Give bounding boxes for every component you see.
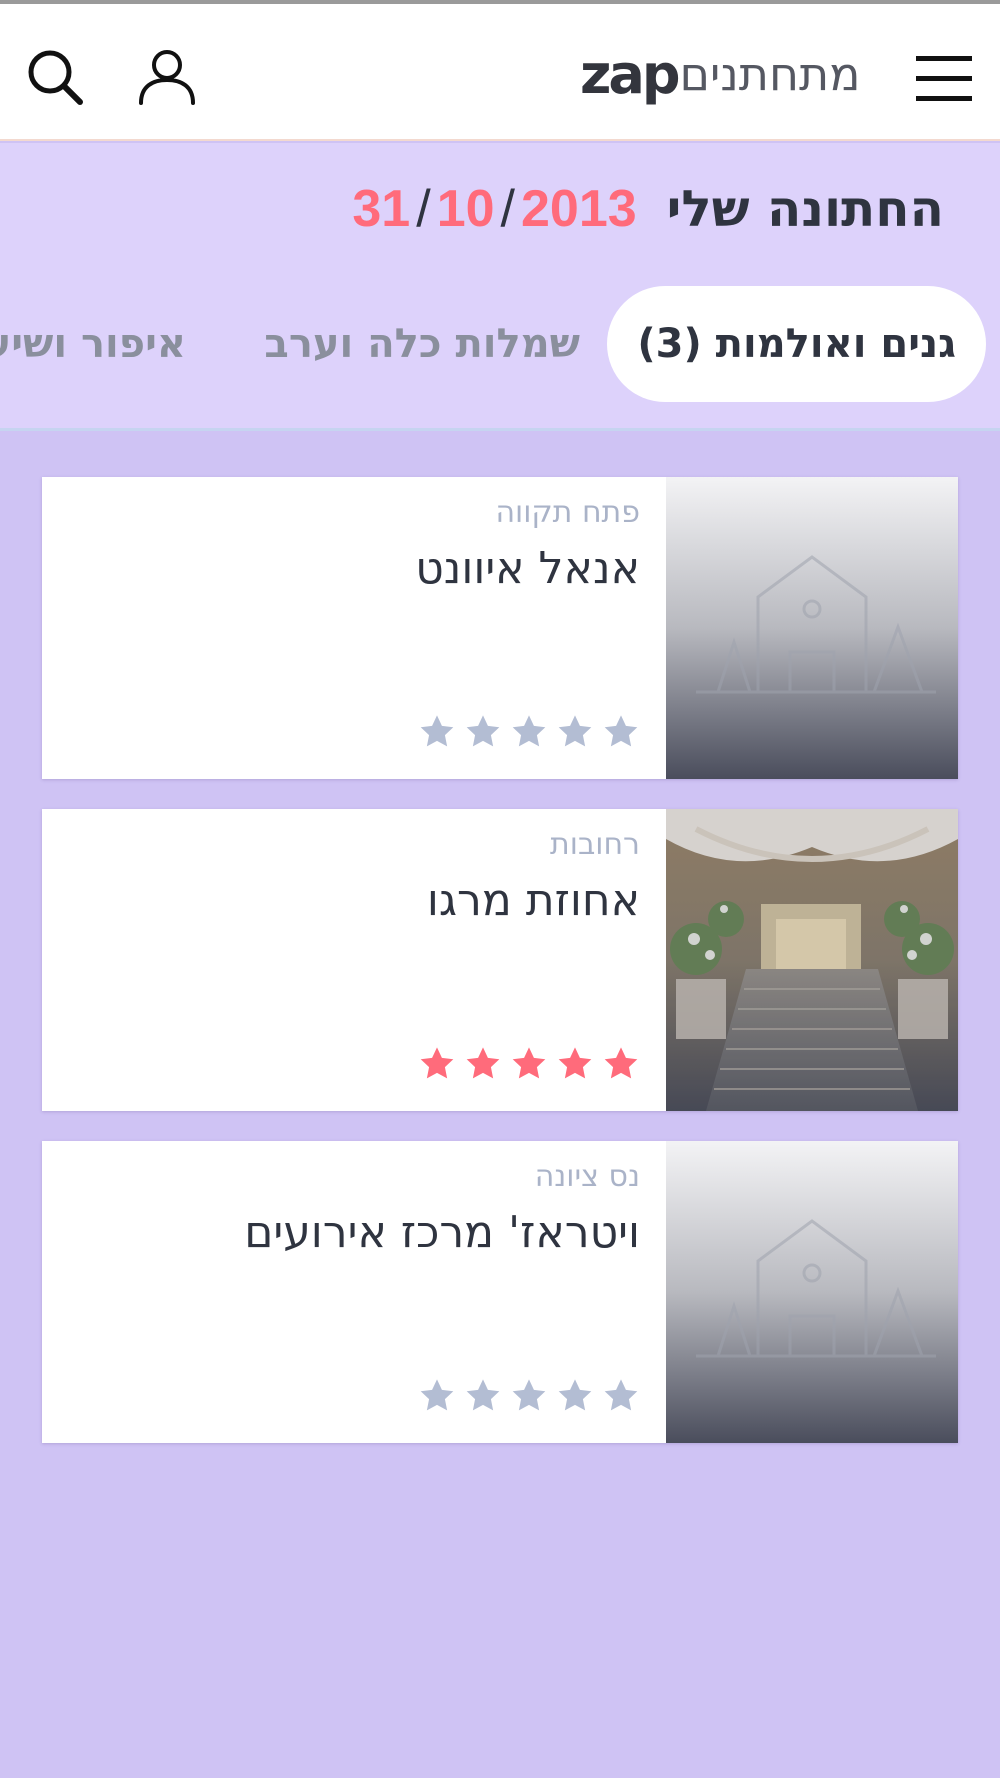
star-icon	[420, 1047, 454, 1079]
wedding-band: החתונה שלי 31/10/2013 גנים ואולמות (3) ש…	[0, 143, 1000, 431]
star-icon	[558, 1379, 592, 1411]
star-icon	[512, 1047, 546, 1079]
venue-placeholder-image	[666, 1141, 958, 1443]
venue-placeholder-image	[666, 477, 958, 779]
date-year: 2013	[520, 180, 637, 238]
star-icon	[466, 715, 500, 747]
venue-photo-image	[666, 809, 958, 1111]
venue-placeholder-icon	[696, 555, 936, 694]
venue-card[interactable]: פתח תקווה אנאל איוונט	[42, 477, 958, 779]
tab-dresses[interactable]: שמלות כלה וערב	[264, 286, 580, 402]
tab-makeup[interactable]: איפור ושיער	[0, 286, 186, 402]
wedding-date[interactable]: 31/10/2013	[352, 179, 636, 239]
venue-city: רחובות	[550, 827, 640, 862]
star-icon	[604, 1047, 638, 1079]
star-icon	[604, 1379, 638, 1411]
venue-photo	[666, 809, 958, 1111]
date-month: 10	[436, 180, 495, 238]
app-header: zap מתחתנים	[0, 4, 1000, 141]
star-icon	[512, 1379, 546, 1411]
venue-name[interactable]: אנאל איוונט	[415, 543, 640, 594]
venue-name[interactable]: ויטראז' מרכז אירועים	[244, 1207, 640, 1258]
category-tabs: גנים ואולמות (3) שמלות כלה וערב איפור וש…	[0, 286, 1000, 406]
venue-city: פתח תקווה	[495, 495, 640, 530]
venue-card[interactable]: רחובות אחוזת מרגו	[42, 809, 958, 1111]
star-icon	[420, 715, 454, 747]
star-icon	[466, 1047, 500, 1079]
date-separator: /	[416, 180, 431, 238]
star-icon	[420, 1379, 454, 1411]
hamburger-menu-icon[interactable]	[914, 52, 974, 106]
venue-card[interactable]: נס ציונה ויטראז' מרכז אירועים	[42, 1141, 958, 1443]
wedding-title-row: החתונה שלי 31/10/2013	[352, 179, 944, 239]
rating-stars	[418, 1045, 640, 1083]
rating-stars	[418, 1377, 640, 1415]
rating-stars	[418, 713, 640, 751]
star-icon	[558, 1047, 592, 1079]
venue-name[interactable]: אחוזת מרגו	[427, 875, 640, 926]
star-icon	[604, 715, 638, 747]
user-icon[interactable]	[136, 48, 198, 106]
star-icon	[512, 715, 546, 747]
tab-venues[interactable]: גנים ואולמות (3)	[607, 286, 986, 402]
logo-zap-text: zap	[580, 42, 681, 106]
zap-logo[interactable]: zap מתחתנים	[580, 34, 861, 114]
star-icon	[466, 1379, 500, 1411]
wedding-title: החתונה שלי	[666, 180, 944, 238]
star-icon	[558, 715, 592, 747]
date-day: 31	[352, 180, 411, 238]
venue-city: נס ציונה	[534, 1159, 640, 1194]
search-icon[interactable]	[26, 48, 84, 106]
venue-placeholder-icon	[696, 1219, 936, 1358]
date-separator: /	[500, 180, 515, 238]
logo-brand-text: מתחתנים	[679, 47, 861, 101]
